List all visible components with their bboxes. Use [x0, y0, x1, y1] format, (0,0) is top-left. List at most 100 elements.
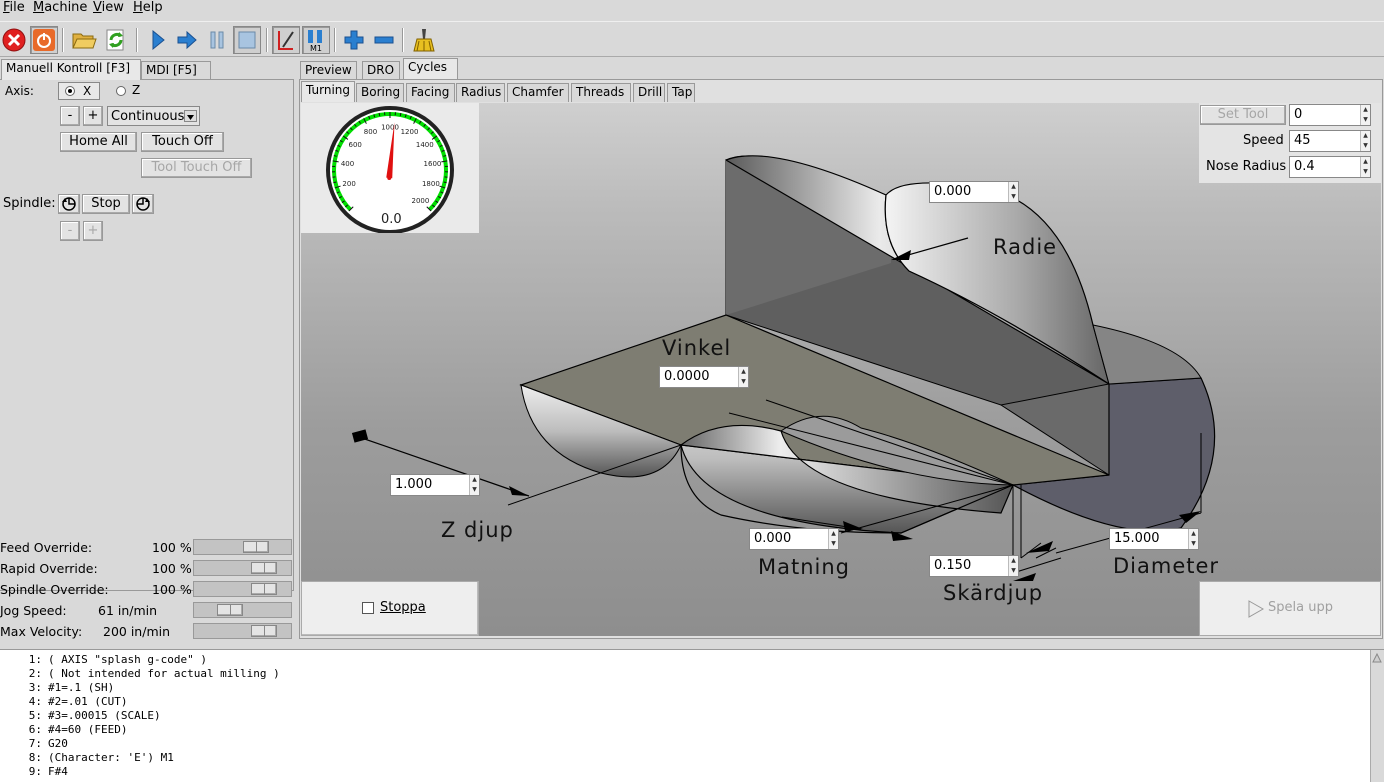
spin-arrows-icon[interactable]: ▲ ▼ — [1008, 556, 1018, 576]
gcode-line[interactable]: 7: G20 — [0, 737, 1384, 751]
skardjup-input[interactable]: 0.150 ▲ ▼ — [929, 555, 1019, 577]
block-delete-icon[interactable] — [272, 26, 300, 54]
touch-off-button[interactable]: Touch Off — [141, 132, 224, 152]
pause-icon[interactable] — [203, 26, 231, 54]
feed-override-knob[interactable] — [242, 541, 269, 553]
tab-preview[interactable]: Preview — [300, 61, 357, 80]
scroll-up-icon[interactable] — [1371, 651, 1383, 665]
gcode-line[interactable]: 9: F#4 — [0, 765, 1384, 779]
chevron-down-icon — [184, 110, 197, 122]
gcode-line-text: #4=60 (FEED) — [48, 723, 128, 736]
menu-file[interactable]: File — [3, 0, 25, 16]
tab-turning[interactable]: Turning — [301, 81, 355, 102]
step-icon[interactable] — [173, 26, 201, 54]
set-tool-button[interactable]: Set Tool — [1200, 105, 1286, 125]
tool-touch-off-button[interactable]: Tool Touch Off — [141, 158, 252, 178]
gauge-tick-label: 1200 — [401, 128, 419, 136]
feed-override-slider[interactable] — [193, 539, 292, 555]
toolbar: M1 — [0, 21, 1384, 57]
gcode-listing[interactable]: 1: ( AXIS "splash g-code" ) 2: ( Not intend… — [0, 649, 1384, 782]
tab-tap[interactable]: Tap — [667, 83, 695, 102]
tab-radius[interactable]: Radius — [456, 83, 505, 102]
spin-arrows-icon[interactable]: ▲ ▼ — [1360, 131, 1370, 151]
cycles-panel: Turning Boring Facing Radius Chamfer Thr… — [299, 79, 1383, 639]
gcode-line[interactable]: 4: #2=.01 (CUT) — [0, 695, 1384, 709]
estop-icon[interactable] — [0, 26, 28, 54]
tool-number-input[interactable]: 0 ▲ ▼ — [1289, 104, 1371, 126]
tab-threads[interactable]: Threads — [571, 83, 631, 102]
gcode-line[interactable]: 6: #4=60 (FEED) — [0, 723, 1384, 737]
menu-help[interactable]: Help — [133, 0, 163, 16]
gauge-tick-label: 200 — [342, 180, 355, 188]
gcode-line[interactable]: 1: ( AXIS "splash g-code" ) — [0, 653, 1384, 667]
spindle-override-slider[interactable] — [193, 581, 292, 597]
tab-manual-control[interactable]: Manuell Kontroll [F3] — [1, 59, 141, 80]
tab-drill[interactable]: Drill — [633, 83, 665, 102]
run-icon[interactable] — [143, 26, 171, 54]
spela-upp-button[interactable]: Spela upp — [1199, 581, 1381, 636]
max-velocity-knob[interactable] — [251, 625, 278, 637]
stop-icon[interactable] — [233, 26, 261, 54]
menu-view[interactable]: View — [93, 0, 124, 16]
diameter-input[interactable]: 15.000 ▲ ▼ — [1109, 528, 1199, 550]
tab-cycles[interactable]: Cycles — [403, 58, 458, 79]
vinkel-input[interactable]: 0.0000 ▲ ▼ — [659, 366, 749, 388]
tab-mdi[interactable]: MDI [F5] — [141, 61, 211, 80]
spindle-slower-button[interactable]: - — [60, 221, 80, 241]
stoppa-toggle[interactable]: Stoppa — [301, 581, 479, 636]
stoppa-checkbox[interactable] — [362, 602, 374, 614]
power-icon[interactable] — [30, 26, 58, 54]
tab-facing[interactable]: Facing — [406, 83, 455, 102]
spin-arrows-icon[interactable]: ▲ ▼ — [1360, 157, 1370, 177]
spin-arrows-icon[interactable]: ▲ ▼ — [469, 475, 479, 495]
rapid-override-knob[interactable] — [251, 562, 278, 574]
spin-arrows-icon[interactable]: ▲ ▼ — [1360, 105, 1370, 125]
spindle-override-knob[interactable] — [251, 583, 278, 595]
matning-input[interactable]: 0.000 ▲ ▼ — [749, 528, 839, 550]
max-velocity-slider[interactable] — [193, 623, 292, 639]
spindle-override-value: 100 % — [152, 582, 192, 597]
radie-input[interactable]: 0.000 ▲ ▼ — [929, 181, 1019, 203]
open-file-icon[interactable] — [70, 26, 98, 54]
zoom-in-icon[interactable] — [340, 26, 368, 54]
jog-speed-slider[interactable] — [193, 602, 292, 618]
rapid-override-slider[interactable] — [193, 560, 292, 576]
home-all-button[interactable]: Home All — [60, 132, 137, 152]
max-velocity-value: 200 in/min — [103, 624, 171, 639]
jog-speed-knob[interactable] — [216, 604, 243, 616]
spin-arrows-icon[interactable]: ▲ ▼ — [1008, 182, 1018, 202]
spindle-ccw-button[interactable] — [58, 194, 80, 214]
gauge-readout: 0.0 — [381, 212, 402, 227]
jog-mode-select[interactable]: Continuous — [107, 106, 200, 126]
gcode-scrollbar[interactable] — [1370, 650, 1384, 782]
clear-plot-icon[interactable] — [410, 26, 438, 54]
optional-stop-icon[interactable]: M1 — [302, 26, 330, 54]
menu-machine[interactable]: Machine — [33, 0, 87, 16]
spin-arrows-icon[interactable]: ▲ ▼ — [828, 529, 838, 549]
axis-label: Axis: — [5, 84, 34, 98]
spin-arrows-icon[interactable]: ▲ ▼ — [738, 367, 748, 387]
spindle-cw-button[interactable] — [132, 194, 154, 214]
spindle-stop-button[interactable]: Stop — [82, 194, 130, 214]
jog-minus-button[interactable]: - — [60, 106, 80, 126]
spindle-faster-button[interactable]: + — [83, 221, 103, 241]
gcode-line[interactable]: 5: #3=.00015 (SCALE) — [0, 709, 1384, 723]
nose-radius-input[interactable]: 0.4 ▲ ▼ — [1289, 156, 1371, 178]
gauge-tick — [333, 181, 337, 184]
spin-arrows-icon[interactable]: ▲ ▼ — [1188, 529, 1198, 549]
zoom-out-icon[interactable] — [370, 26, 398, 54]
axis-z-radio[interactable]: Z — [110, 82, 150, 100]
speed-label: Speed — [1243, 133, 1284, 148]
tab-dro[interactable]: DRO — [362, 61, 400, 80]
gcode-line[interactable]: 3: #1=.1 (SH) — [0, 681, 1384, 695]
axis-x-radio[interactable]: X — [58, 82, 100, 100]
gcode-line[interactable]: 8: (Character: 'E') M1 — [0, 751, 1384, 765]
tab-chamfer[interactable]: Chamfer — [507, 83, 569, 102]
tab-boring[interactable]: Boring — [356, 83, 404, 102]
reload-icon[interactable] — [102, 26, 130, 54]
speed-input[interactable]: 45 ▲ ▼ — [1289, 130, 1371, 152]
z-djup-input[interactable]: 1.000 ▲ ▼ — [390, 474, 480, 496]
gcode-line[interactable]: 2: ( Not intended for actual milling ) — [0, 667, 1384, 681]
jog-speed-label: Jog Speed: — [0, 603, 67, 618]
jog-plus-button[interactable]: + — [83, 106, 103, 126]
